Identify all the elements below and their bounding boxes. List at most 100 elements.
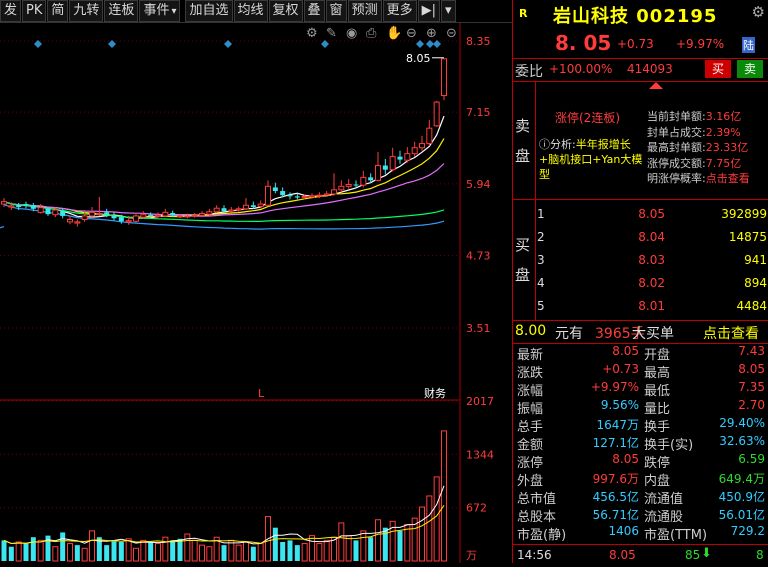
kline-chart[interactable]: 8.35 7.15 5.94 4.73 3.51 2017 1344 672 万 ⚙ ✎ ◉ ⎙ ✋ ⊖ ⊕ ⊝…	[0, 23, 512, 563]
volume-bar	[419, 506, 425, 562]
volume-bar	[170, 540, 176, 561]
volume-bar	[191, 539, 198, 562]
buy-button[interactable]: 买	[705, 60, 731, 78]
buy-level-row[interactable]: 4 8.02 894	[537, 272, 768, 294]
jump-end-icon[interactable]: ▶|	[417, 0, 440, 22]
candle-body	[250, 205, 256, 208]
candle-body	[170, 212, 176, 216]
buy-level-row[interactable]: 2 8.04 14875	[537, 226, 768, 248]
toolbar-button-2[interactable]: 简	[47, 0, 69, 22]
chart-toolbar: 发PK简九转连板事件加自选均线复权叠窗预测更多▶|▾	[0, 0, 512, 23]
stat-key: 涨停成交额:	[647, 156, 706, 170]
stat-row: 外盘 997.6万 内盘 649.4万	[513, 470, 768, 489]
buy-level-qty: 941	[744, 253, 767, 267]
stat-value: 7.75亿	[705, 156, 742, 170]
collapse-icon[interactable]: ⊝	[446, 26, 457, 41]
eye-icon[interactable]: ◉	[346, 26, 357, 41]
volume-bar	[177, 538, 183, 561]
toolbar-button-4[interactable]: 连板	[104, 0, 139, 22]
toolbar-button-12[interactable]: 更多	[382, 0, 417, 22]
toolbar-button-5[interactable]: 事件	[139, 0, 181, 22]
candle-body	[199, 213, 205, 216]
stat-value: 456.5亿	[592, 490, 639, 504]
candle-body	[1, 201, 7, 205]
limit-up-stat-row[interactable]: 明涨停概率:点击查看	[647, 171, 767, 187]
volume-bar	[235, 544, 242, 562]
stat-value: 9.56%	[600, 398, 639, 412]
volume-bar	[368, 537, 374, 561]
event-marker-icon	[416, 40, 424, 48]
candle-body	[148, 214, 154, 216]
toolbar-button-11[interactable]: 预测	[347, 0, 382, 22]
toolbar-button-3[interactable]: 九转	[69, 0, 104, 22]
buy-level-index: 1	[537, 207, 545, 221]
last-price: 8. 05	[555, 31, 612, 55]
volume-bar	[60, 532, 66, 561]
stat-value: 729.2	[730, 524, 765, 538]
weibi-value: +100.00%	[549, 62, 613, 76]
r-badge: R	[519, 7, 528, 20]
finance-marker[interactable]: 财务	[424, 386, 446, 400]
buy-level-row[interactable]: 3 8.03 941	[537, 249, 768, 271]
buy-side-char-1: 买	[515, 236, 531, 254]
hand-icon[interactable]: ✋	[386, 25, 402, 41]
kline-chart-svg[interactable]: 8.35 7.15 5.94 4.73 3.51 2017 1344 672 万 ⚙ ✎ ◉ ⎙ ✋ ⊖ ⊕ ⊝…	[0, 23, 512, 563]
settings-icon[interactable]: ⚙	[306, 26, 318, 41]
candle-body	[30, 205, 36, 209]
toolbar-button-0[interactable]: 发	[0, 0, 22, 22]
pencil-icon[interactable]: ✎	[326, 26, 337, 41]
stat-label: 涨幅	[517, 384, 544, 399]
candle-body	[426, 127, 433, 145]
stat-label: 市盈(静)	[517, 528, 567, 543]
price-axis-label: 8.35	[466, 35, 491, 48]
big-buy-link[interactable]: 点击查看	[703, 323, 759, 343]
zoom-in-icon[interactable]: ⊕	[426, 26, 437, 41]
stat-row: 涨停 8.05 跌停 6.59	[513, 452, 768, 471]
limit-up-analysis: ⓘ分析:半年报增长+脑机接口+Yan大模型	[539, 137, 645, 182]
buy-level-row[interactable]: 5 8.01 4484	[537, 295, 768, 317]
limit-up-stat-row: 当前封单额:3.16亿	[647, 109, 767, 125]
print-icon[interactable]: ⎙	[366, 26, 377, 41]
toolbar-button-7[interactable]: 均线	[233, 0, 268, 22]
zoom-out-icon[interactable]: ⊖	[406, 26, 417, 41]
stat-row: 总股本 56.71亿 流通股 56.01亿	[513, 506, 768, 525]
sell-button[interactable]: 卖	[737, 60, 763, 78]
volume-axis-label: 1344	[466, 448, 494, 461]
gear-icon[interactable]: ⚙	[752, 3, 765, 21]
candle-body	[441, 58, 447, 97]
toolbar-button-8[interactable]: 复权	[268, 0, 303, 22]
toolbar-button-9[interactable]: 叠	[303, 0, 325, 22]
stat-key: 明涨停概率:	[647, 172, 706, 185]
toolbar-button-10[interactable]: 窗	[325, 0, 347, 22]
stat-value: 2.39%	[705, 125, 741, 139]
buy-level-row[interactable]: 1 8.05 392899	[537, 203, 768, 225]
buy-level-index: 2	[537, 230, 545, 244]
toolbar-button-6[interactable]: 加自选	[185, 0, 233, 22]
stat-value[interactable]: 点击查看	[706, 172, 750, 185]
candle-body	[206, 211, 213, 215]
down-arrow-icon: ⬇	[701, 546, 712, 561]
big-buy-row: 8.00 元有 3965手 大买单 点击查看	[513, 321, 768, 344]
volume-bar	[67, 543, 73, 562]
toolbar-button-1[interactable]: PK	[22, 0, 47, 22]
stat-label: 市盈(TTM)	[644, 528, 708, 543]
dropdown-icon[interactable]: ▾	[440, 0, 456, 22]
limit-up-stat-row: 涨停成交额:7.75亿	[647, 156, 767, 172]
candle-body	[404, 153, 411, 161]
candle-body	[118, 217, 124, 222]
candle-body	[67, 218, 73, 223]
sell-side-char-1: 卖	[515, 117, 531, 135]
stat-label: 内盘	[644, 474, 671, 489]
event-marker-icon	[224, 40, 232, 48]
volume-bar	[221, 545, 227, 561]
candle-body	[8, 205, 15, 208]
candle-body	[235, 208, 242, 211]
ma-line-extension	[0, 226, 5, 229]
candle-body	[382, 165, 388, 170]
stock-title[interactable]: 岩山科技 002195	[553, 2, 717, 28]
collapse-up-icon[interactable]	[649, 82, 663, 89]
candle-body	[338, 185, 345, 191]
buy-side-label: 买 盘	[515, 230, 533, 290]
buy-level-index: 5	[537, 299, 545, 313]
candle-body	[309, 195, 315, 198]
